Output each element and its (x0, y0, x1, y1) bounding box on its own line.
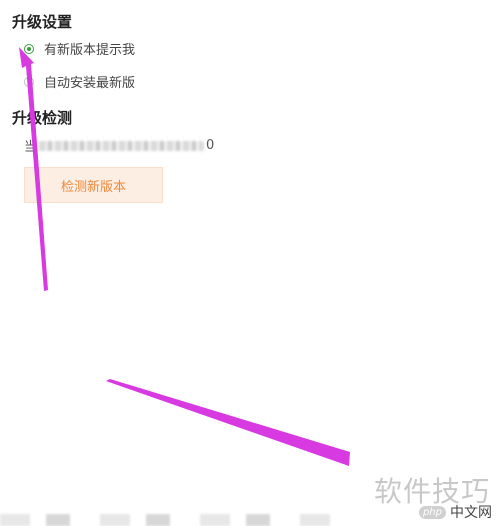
arrow-diagonal-icon (106, 379, 350, 466)
watermark-site: php 中文网 (418, 502, 492, 522)
arrow-up-icon (19, 47, 48, 291)
watermark-site-name: 中文网 (450, 505, 492, 521)
annotation-arrows (19, 47, 350, 466)
php-logo-icon: php (418, 505, 446, 519)
blurred-taskbar-strip (0, 514, 340, 526)
